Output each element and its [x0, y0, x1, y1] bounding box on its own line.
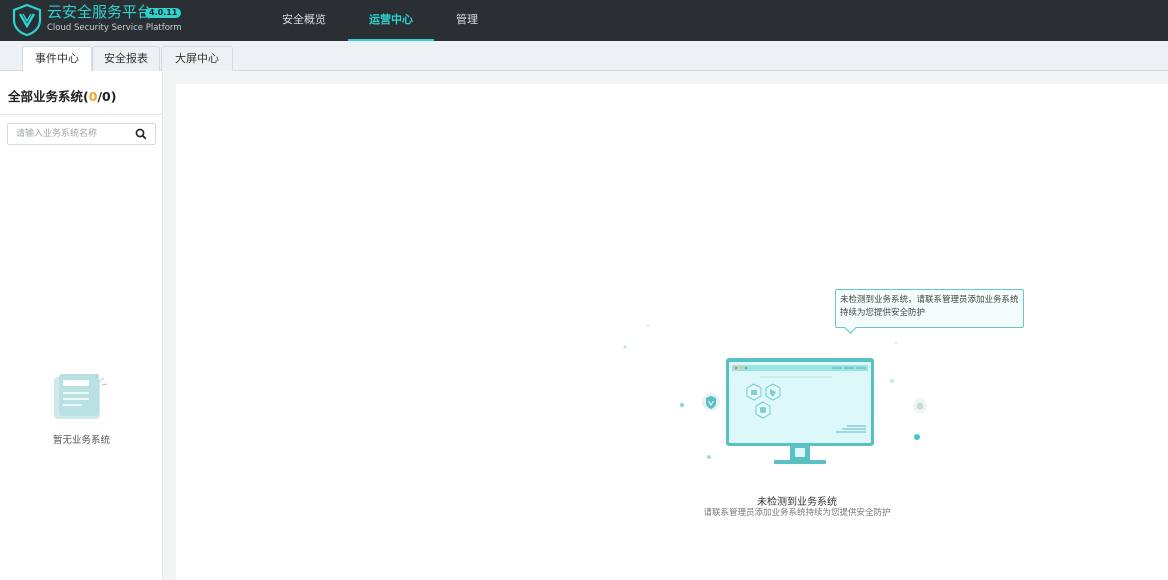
search-input[interactable]: [8, 124, 132, 144]
empty-state-subtitle: 请联系管理员添加业务系统持续为您提供安全防护: [703, 508, 891, 518]
search-box: [7, 123, 156, 145]
brand-subtitle: Cloud Security Service Platform: [47, 23, 182, 33]
nav-management[interactable]: 管理: [446, 0, 488, 41]
brand-title: 云安全服务平台: [47, 3, 153, 21]
tooltip-bubble: 未检测到业务系统，请联系管理员添加业务系统持续为您提供安全防护: [835, 289, 1024, 328]
sidebar-title: 全部业务系统(0/0): [8, 89, 117, 104]
version-badge: 4.0.11: [145, 8, 182, 18]
empty-document-icon: [54, 373, 108, 419]
system-count-total: 0: [102, 89, 111, 104]
nav-operations-center[interactable]: 运营中心: [348, 0, 434, 41]
top-navigation-bar: 云安全服务平台 4.0.11 Cloud Security Service Pl…: [0, 0, 1168, 41]
search-icon[interactable]: [135, 128, 147, 140]
tab-bar: 事件中心 安全报表 大屏中心: [0, 41, 1168, 72]
sidebar-empty-text: 暂无业务系统: [52, 435, 110, 446]
tab-event-center[interactable]: 事件中心: [22, 46, 92, 72]
divider: [0, 114, 163, 115]
tab-security-reports[interactable]: 安全报表: [92, 46, 160, 71]
shield-logo-icon: [12, 4, 42, 36]
nav-security-overview[interactable]: 安全概览: [274, 0, 334, 41]
empty-monitor-illustration: [623, 324, 927, 464]
business-system-sidebar: 全部业务系统(0/0) 暂无业务系统: [0, 71, 163, 580]
tab-big-screen-center[interactable]: 大屏中心: [161, 46, 233, 71]
